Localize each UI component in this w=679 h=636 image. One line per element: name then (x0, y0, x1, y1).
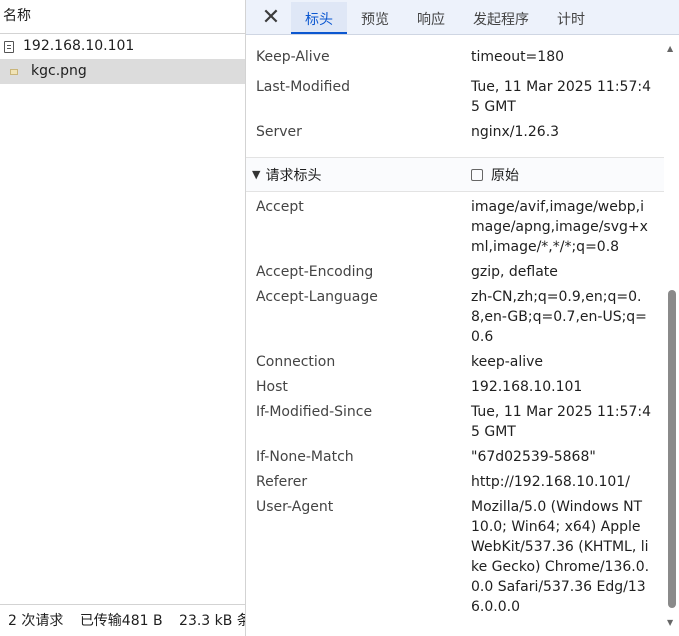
header-value: Tue, 11 Mar 2025 11:57:45 GMT (471, 404, 651, 440)
header-name: Keep-Alive (256, 49, 330, 65)
raw-toggle[interactable]: 原始 (471, 165, 519, 185)
vertical-scrollbar[interactable]: ▲ ▼ (666, 44, 676, 634)
request-headers-section[interactable]: ▼ 请求标头 原始 (246, 157, 664, 192)
header-name: Host (256, 379, 288, 395)
header-value: http://192.168.10.101/ (471, 474, 630, 490)
name-column-header[interactable]: 名称 (0, 0, 245, 34)
transferred-size: 已传输481 B (79, 613, 163, 629)
scroll-down-icon[interactable]: ▼ (667, 618, 673, 627)
header-value: "67d02539-5868" (471, 449, 596, 465)
tab-timing[interactable]: 计时 (543, 2, 599, 34)
header-name: Server (256, 124, 302, 140)
request-name: kgc.png (31, 63, 87, 79)
image-icon (10, 68, 18, 75)
header-name: Accept (256, 199, 304, 215)
document-icon (4, 40, 14, 53)
raw-checkbox[interactable] (471, 169, 483, 181)
headers-content: Keep-Alive timeout=180 Last-Modified Tue… (246, 35, 664, 636)
request-details-panel: ✕ 标头 预览 响应 发起程序 计时 Keep-Alive timeout=18… (246, 0, 679, 636)
header-value: keep-alive (471, 354, 544, 370)
request-list-panel: 名称 192.168.10.101 kgc.png 2 次请求 已传输481 B… (0, 0, 246, 636)
raw-label: 原始 (491, 168, 519, 184)
header-name: If-Modified-Since (256, 404, 373, 420)
scroll-up-icon[interactable]: ▲ (667, 44, 673, 53)
header-value: Tue, 11 Mar 2025 11:57:45 GMT (471, 79, 651, 115)
tab-headers[interactable]: 标头 (291, 2, 347, 34)
tab-initiator[interactable]: 发起程序 (459, 2, 543, 34)
header-value: nginx/1.26.3 (471, 124, 560, 140)
tab-preview[interactable]: 预览 (347, 2, 403, 34)
header-name: Accept-Language (256, 289, 378, 305)
triangle-down-icon[interactable]: ▼ (252, 168, 260, 181)
header-value: timeout=180 (471, 49, 565, 65)
header-name: If-None-Match (256, 449, 354, 465)
header-value: Mozilla/5.0 (Windows NT 10.0; Win64; x64… (471, 499, 650, 615)
details-tab-bar: ✕ 标头 预览 响应 发起程序 计时 (246, 0, 679, 35)
close-icon[interactable]: ✕ (254, 0, 288, 34)
request-name: 192.168.10.101 (23, 38, 135, 54)
scroll-thumb[interactable] (668, 290, 676, 608)
resource-size: 23.3 kB 条 (179, 613, 245, 629)
section-title: 请求标头 (265, 167, 322, 184)
request-count: 2 次请求 (8, 613, 64, 629)
header-name: Referer (256, 474, 308, 490)
header-name: Accept-Encoding (256, 264, 374, 280)
header-name: Connection (256, 354, 336, 370)
header-value: zh-CN,zh;q=0.9,en;q=0.8,en-GB;q=0.7,en-U… (471, 289, 647, 345)
header-value: gzip, deflate (471, 264, 558, 280)
status-bar: 2 次请求 已传输481 B 23.3 kB 条 (0, 604, 245, 636)
header-value: 192.168.10.101 (471, 379, 583, 395)
request-row-image[interactable]: kgc.png (0, 59, 245, 84)
header-name: User-Agent (256, 499, 334, 515)
header-name: Last-Modified (256, 79, 350, 95)
header-value: image/avif,image/webp,image/apng,image/s… (471, 199, 648, 255)
tab-response[interactable]: 响应 (403, 2, 459, 34)
request-row-document[interactable]: 192.168.10.101 (0, 34, 245, 59)
